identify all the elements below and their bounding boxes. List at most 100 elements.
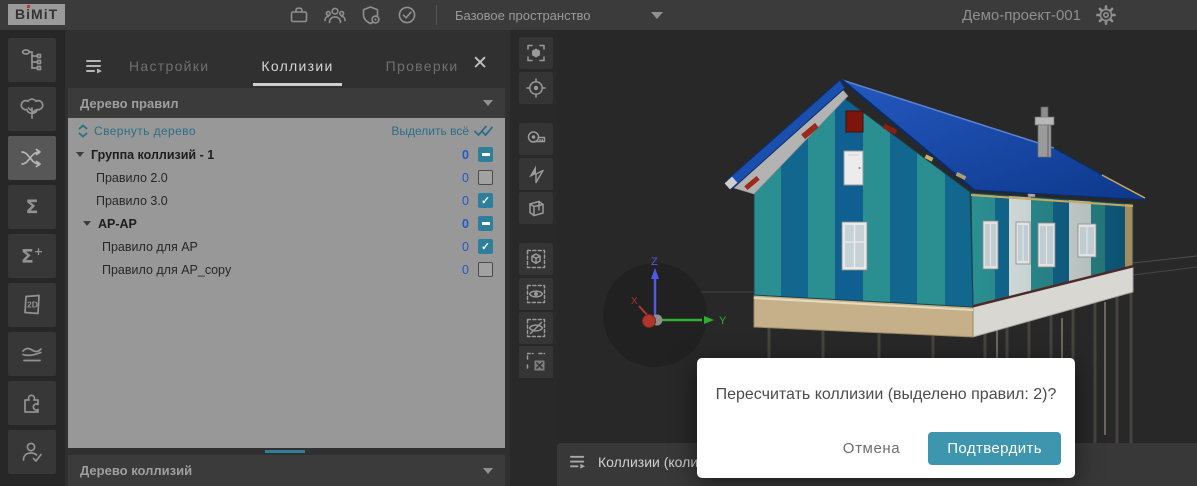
workspace-label: Базовое пространство <box>455 8 591 23</box>
rule-checkbox[interactable] <box>478 193 493 208</box>
hide-selected-icon <box>525 317 547 339</box>
shield-icon[interactable] <box>360 4 382 26</box>
collision-count: 0 <box>462 194 469 208</box>
sum-add-icon: Σ+ <box>21 245 43 267</box>
selection-box-button[interactable] <box>519 243 553 275</box>
section-box-icon <box>525 197 547 219</box>
chimney <box>1035 107 1054 157</box>
locate-button[interactable] <box>519 72 553 104</box>
navigation-gizmo[interactable]: Z Y X <box>603 256 727 367</box>
bimit-app: BiMiT Базовое пространство Демо-проект-0… <box>0 0 1197 486</box>
nature-tree-icon <box>19 96 45 122</box>
gizmo-y-label: Y <box>719 315 727 327</box>
user-check-icon <box>19 439 45 465</box>
selection-box-icon <box>525 248 547 270</box>
rule-checkbox[interactable] <box>478 262 493 277</box>
topbar-separator <box>436 5 437 25</box>
section-plane-button[interactable] <box>519 158 553 190</box>
project-title: Демо-проект-001 <box>962 7 1081 24</box>
sidebar-item-plugins[interactable] <box>8 381 56 425</box>
tree-row-label: Правило для АР <box>102 240 198 254</box>
rules-tree-header[interactable]: Дерево правил <box>68 88 505 118</box>
plugins-icon <box>19 390 45 416</box>
fit-view-button[interactable] <box>519 37 553 69</box>
approximation-icon <box>19 341 45 367</box>
sidebar-item-user-check[interactable] <box>8 430 56 474</box>
collision-count: 0 <box>462 148 469 162</box>
show-selected-icon <box>525 283 547 305</box>
app-logo: BiMiT <box>8 4 65 25</box>
recalculate-dialog: Пересчитать коллизии (выделено правил: 2… <box>697 358 1075 478</box>
close-icon[interactable]: ✕ <box>472 56 488 72</box>
fit-view-icon <box>525 42 547 64</box>
sidebar-item-sum[interactable]: Σ <box>8 185 56 229</box>
collisions-results-title: Коллизии (коли <box>598 454 698 470</box>
select-all-control[interactable]: Выделить всё <box>391 124 493 138</box>
collisions-tree-header[interactable]: Дерево коллизий <box>68 455 505 486</box>
tab-settings[interactable]: Настройки <box>121 52 217 86</box>
chevron-down-icon <box>651 12 663 19</box>
rule-checkbox[interactable] <box>478 170 493 185</box>
tab-checks[interactable]: Проверки <box>378 52 467 86</box>
measure-button[interactable] <box>519 123 553 155</box>
gable-vent <box>846 111 863 132</box>
cancel-button[interactable]: Отмена <box>843 440 900 457</box>
section-plane-icon <box>525 163 547 185</box>
sidebar-item-collisions[interactable] <box>8 136 56 180</box>
check-circle-icon[interactable] <box>396 4 418 26</box>
panel-tabs: Настройки Коллизии Проверки <box>121 52 466 86</box>
tree-controls: Свернуть дерево Выделить всё <box>68 118 505 143</box>
collision-count: 0 <box>462 240 469 254</box>
rule-checkbox[interactable] <box>478 147 493 162</box>
team-icon[interactable] <box>324 4 346 26</box>
panel-resize-handle[interactable] <box>265 450 305 453</box>
confirm-button[interactable]: Подтвердить <box>928 432 1061 465</box>
clear-selection-button[interactable] <box>519 346 553 378</box>
sidebar-item-nature-tree[interactable] <box>8 87 56 131</box>
tree-row-rule[interactable]: Правило 2.0 0 <box>68 166 505 189</box>
gear-icon[interactable] <box>1095 4 1117 26</box>
tree-row-rule[interactable]: Правило 3.0 0 <box>68 189 505 212</box>
gable-door <box>844 151 863 185</box>
left-sidebar: Σ Σ+ 2D <box>0 30 65 486</box>
dialog-message: Пересчитать коллизии (выделено правил: 2… <box>697 386 1075 404</box>
tree-row-rule[interactable]: Правило для АР 0 <box>68 235 505 258</box>
tree-row-group[interactable]: АР-АР 0 <box>68 212 505 235</box>
collision-count: 0 <box>462 263 469 277</box>
collision-count: 0 <box>462 217 469 231</box>
tree-row-label: Правило 3.0 <box>96 194 168 208</box>
briefcase-icon[interactable] <box>288 4 310 26</box>
hide-selected-button[interactable] <box>519 312 553 344</box>
expand-caret-icon[interactable] <box>83 221 91 226</box>
collisions-tree-title: Дерево коллизий <box>80 463 192 478</box>
tree-row-label: АР-АР <box>98 217 137 231</box>
rule-checkbox[interactable] <box>478 239 493 254</box>
sidebar-item-model-tree[interactable] <box>8 38 56 82</box>
tree-row-group[interactable]: Группа коллизий - 1 0 <box>68 143 505 166</box>
section-box-button[interactable] <box>519 192 553 224</box>
tree-row-label: Правило для АР_copy <box>102 263 231 277</box>
collisions-panel: Настройки Коллизии Проверки ✕ Дерево пра… <box>65 30 510 486</box>
chevron-down-icon <box>483 468 493 474</box>
sidebar-item-approximation[interactable] <box>8 332 56 376</box>
collisions-icon <box>18 145 46 171</box>
panel-collapse-icon[interactable] <box>569 454 588 476</box>
expand-caret-icon[interactable] <box>76 152 84 157</box>
clear-selection-icon <box>525 351 547 373</box>
gable-window <box>842 222 867 270</box>
view-toolbar <box>510 30 557 486</box>
sidebar-item-sheets-2d[interactable]: 2D <box>8 283 56 327</box>
chevron-down-icon <box>483 100 493 106</box>
show-selected-button[interactable] <box>519 278 553 310</box>
workspace-selector[interactable]: Базовое пространство <box>455 8 663 23</box>
tree-row-rule[interactable]: Правило для АР_copy 0 <box>68 258 505 281</box>
panel-collapse-icon[interactable] <box>85 58 105 81</box>
collapse-expand-icon[interactable] <box>78 124 88 138</box>
sidebar-item-sum-add[interactable]: Σ+ <box>8 234 56 278</box>
collapse-tree-link[interactable]: Свернуть дерево <box>94 124 196 138</box>
tab-collisions[interactable]: Коллизии <box>253 52 341 86</box>
locate-icon <box>525 77 547 99</box>
gizmo-x-label: X <box>631 296 638 307</box>
rule-checkbox[interactable] <box>478 216 493 231</box>
svg-text:2D: 2D <box>27 300 38 310</box>
